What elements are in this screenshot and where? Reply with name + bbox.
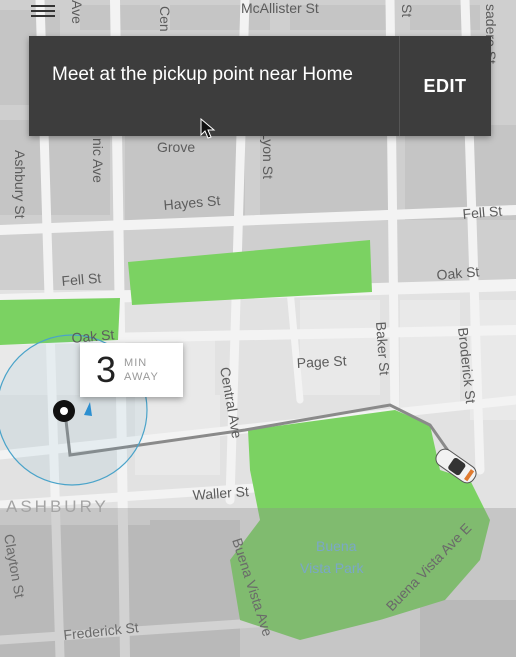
street-label-masonic: nic Ave bbox=[90, 138, 106, 183]
street-label-lyon: Lyon St bbox=[260, 132, 276, 179]
mouse-cursor-icon bbox=[200, 118, 216, 139]
street-label-cen-top: Cen bbox=[157, 6, 173, 32]
eta-minutes: 3 bbox=[96, 349, 117, 390]
street-label-ashbury: Ashbury St bbox=[12, 150, 28, 219]
eta-bubble: 3 MIN AWAY bbox=[80, 343, 183, 397]
eta-unit-away: AWAY bbox=[124, 371, 159, 383]
eta-unit-min: MIN bbox=[124, 357, 148, 369]
park-label-line2: Vista Park bbox=[300, 560, 365, 576]
park-label-line1: Buena bbox=[316, 538, 357, 554]
menu-icon[interactable] bbox=[31, 2, 55, 20]
edit-pickup-button[interactable]: EDIT bbox=[399, 36, 491, 136]
street-label-grove: Grove bbox=[157, 139, 195, 155]
eta-unit: MIN AWAY bbox=[116, 356, 159, 384]
map-view[interactable]: McAllister St Ave Cen St sadero St Grove… bbox=[0, 0, 516, 657]
pickup-message: Meet at the pickup point near Home bbox=[52, 64, 354, 85]
pickup-pin-icon[interactable] bbox=[53, 400, 75, 422]
street-label-ave-top: Ave bbox=[69, 0, 85, 24]
street-label-page: Page St bbox=[296, 352, 347, 371]
neighborhood-label: ASHBURY bbox=[6, 497, 109, 516]
street-label-mcallister: McAllister St bbox=[241, 0, 319, 16]
street-label-st-top: St bbox=[399, 4, 415, 17]
pickup-banner: Meet at the pickup point near Home EDIT bbox=[29, 36, 491, 136]
